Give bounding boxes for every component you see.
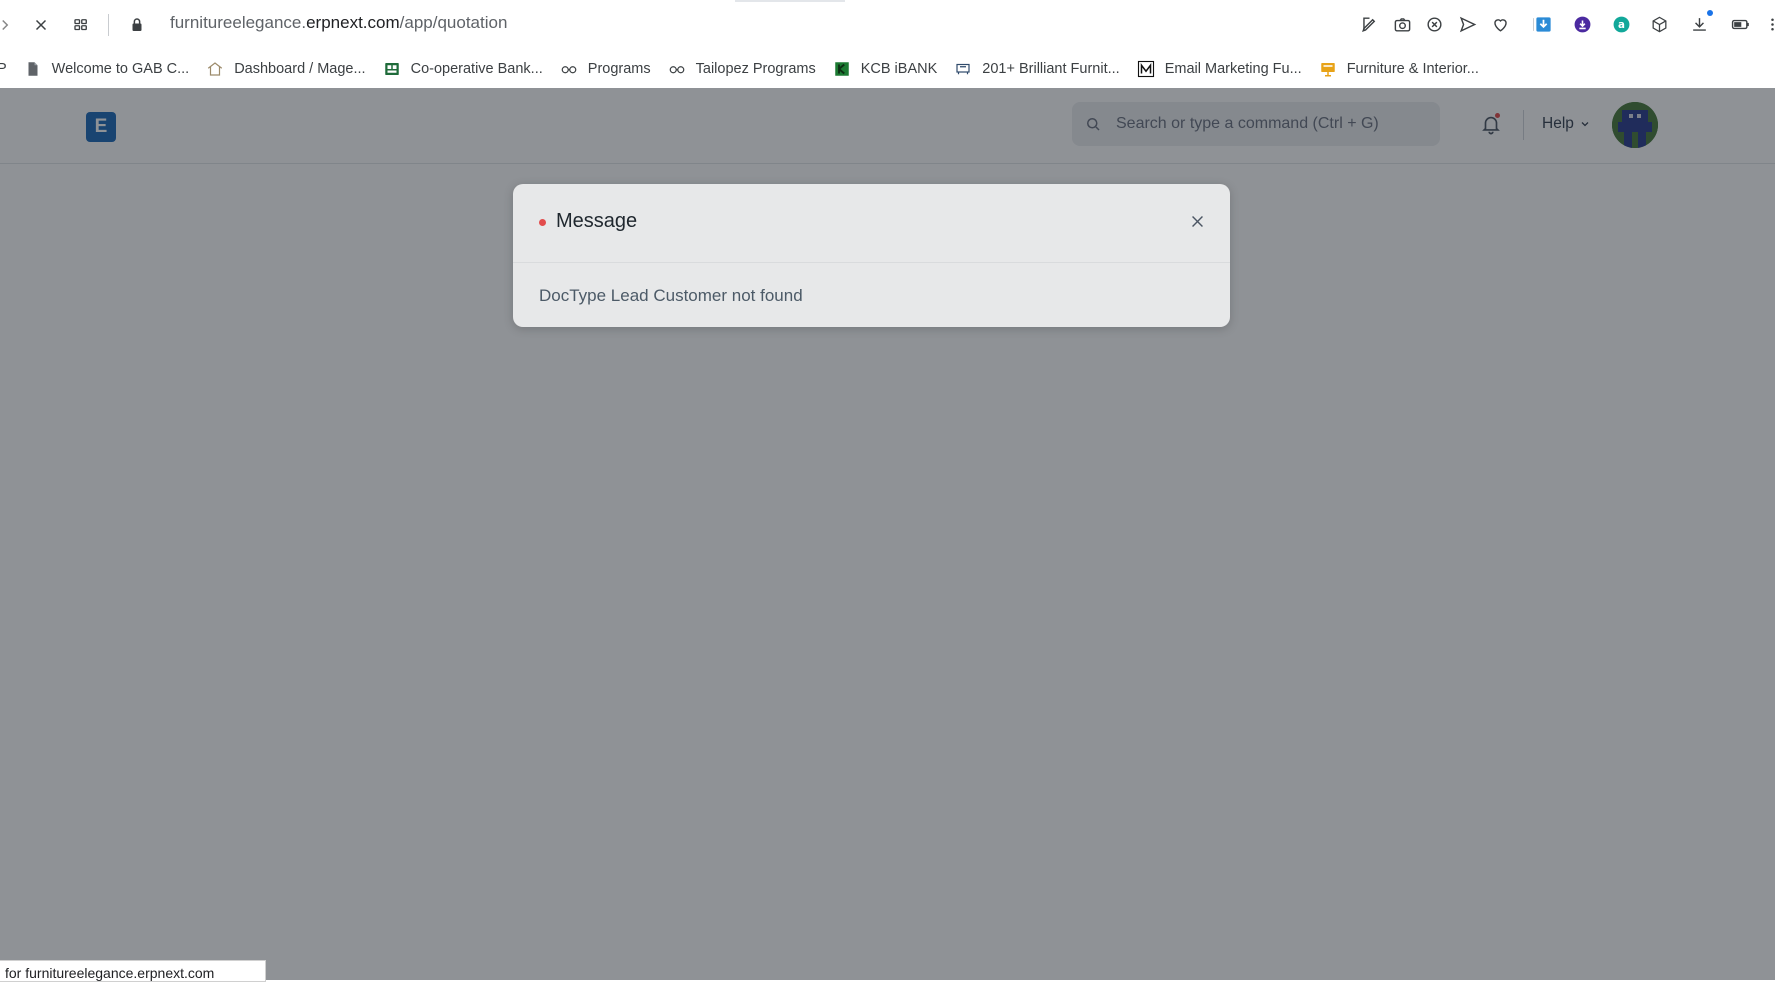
app-page: E Help Message: [0, 88, 1775, 980]
camera-icon[interactable]: [1390, 12, 1414, 36]
cube-icon[interactable]: [1647, 12, 1671, 36]
bookmark-label: Welcome to GAB C...: [51, 61, 190, 77]
bookmark-item[interactable]: P: [0, 61, 7, 77]
url-domain: erpnext.com: [306, 13, 400, 32]
bookmark-label: KCB iBANK: [860, 61, 938, 77]
bookmark-item[interactable]: Dashboard / Mage...: [206, 60, 366, 78]
forward-icon[interactable]: [0, 12, 18, 38]
glasses-icon: [560, 60, 578, 78]
address-bar[interactable]: furnitureelegance.erpnext.com/app/quotat…: [170, 13, 507, 33]
url-path: /app/quotation: [399, 13, 508, 32]
dialog-message: DocType Lead Customer not found: [539, 286, 803, 305]
bookmark-item[interactable]: 201+ Brilliant Furnit...: [954, 60, 1120, 78]
document-icon: [24, 60, 42, 78]
bookmark-label: Co-operative Bank...: [410, 61, 543, 77]
bookmark-item[interactable]: Co-operative Bank...: [383, 60, 543, 78]
bookmark-item[interactable]: Tailopez Programs: [668, 60, 816, 78]
bookmark-label: Programs: [587, 61, 651, 77]
browser-toolbar: furnitureelegance.erpnext.com/app/quotat…: [0, 0, 1775, 50]
bookmark-label: Tailopez Programs: [695, 61, 816, 77]
dialog-header: Message: [513, 184, 1230, 263]
sign-icon: [1319, 60, 1337, 78]
stop-loading-icon[interactable]: [28, 12, 54, 38]
status-bubble: for furnitureelegance.erpnext.com: [0, 960, 266, 982]
lock-icon[interactable]: [124, 12, 150, 38]
tab-grid-icon[interactable]: [68, 12, 94, 38]
m-logo-icon: [1137, 60, 1155, 78]
bookmark-item[interactable]: Programs: [560, 60, 651, 78]
bank-icon: [383, 60, 401, 78]
bookmark-label: Furniture & Interior...: [1346, 61, 1479, 77]
loading-bar: [735, 0, 845, 2]
bookmark-item[interactable]: KCB iBANK: [833, 60, 938, 78]
house-icon: [206, 60, 224, 78]
bookmark-label: P: [0, 61, 7, 77]
downloader-extension-icon[interactable]: [1570, 12, 1594, 36]
toolbar-divider: [108, 14, 109, 36]
bookmark-label: Email Marketing Fu...: [1164, 61, 1302, 77]
status-indicator: [539, 219, 546, 226]
menu-icon[interactable]: [1760, 12, 1775, 36]
a-extension-icon[interactable]: a: [1609, 12, 1633, 36]
send-icon[interactable]: [1455, 12, 1479, 36]
battery-icon[interactable]: [1728, 12, 1752, 36]
furniture-icon: [954, 60, 972, 78]
edit-icon[interactable]: [1357, 12, 1381, 36]
bookmark-item[interactable]: Furniture & Interior...: [1319, 60, 1479, 78]
download-extension-icon[interactable]: [1531, 12, 1555, 36]
downloads-icon[interactable]: [1687, 12, 1711, 36]
heart-icon[interactable]: [1488, 12, 1512, 36]
svg-text:a: a: [1618, 19, 1625, 31]
kcb-icon: [833, 60, 851, 78]
message-dialog: Message DocType Lead Customer not found: [513, 184, 1230, 327]
block-icon[interactable]: [1422, 12, 1446, 36]
url-subdomain: furnitureelegance.: [170, 13, 307, 32]
bookmark-label: 201+ Brilliant Furnit...: [982, 61, 1120, 77]
download-badge: [1707, 10, 1713, 16]
close-icon: [1191, 215, 1203, 227]
glasses-icon: [668, 60, 686, 78]
bookmark-label: Dashboard / Mage...: [234, 61, 366, 77]
bookmark-item[interactable]: Email Marketing Fu...: [1137, 60, 1302, 78]
close-button[interactable]: [1184, 208, 1210, 234]
dialog-title: Message: [556, 210, 638, 232]
bookmarks-bar: P Welcome to GAB C... Dashboard / Mage..…: [0, 50, 1775, 89]
bookmark-item[interactable]: Welcome to GAB C...: [24, 60, 190, 78]
